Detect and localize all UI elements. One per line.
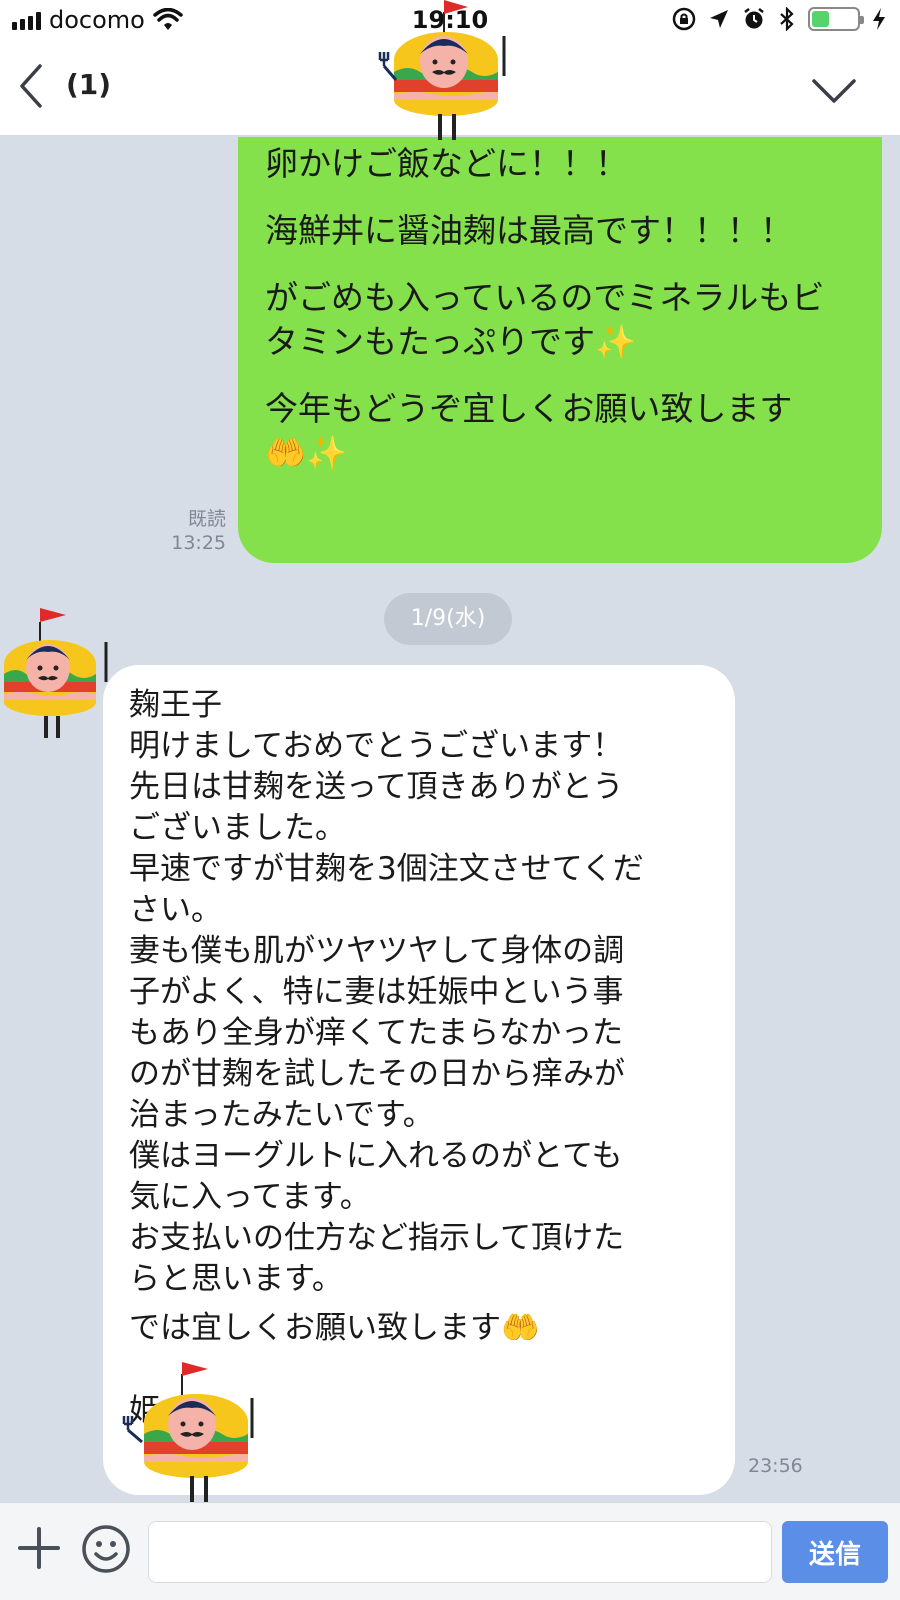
message-input[interactable] xyxy=(148,1521,772,1583)
location-arrow-icon xyxy=(710,10,728,28)
alarm-icon xyxy=(744,8,764,29)
burger-sticker-icon xyxy=(122,1362,254,1502)
emoji-icon[interactable] xyxy=(80,1523,132,1575)
chat-area[interactable]: 卵かけご飯などに！！！ 海鮮丼に醤油麹は最高です！！！！ がごめも入っているので… xyxy=(0,137,900,1502)
charging-bolt-icon xyxy=(873,8,885,30)
chevron-down-icon[interactable] xyxy=(812,78,856,104)
incoming-message-text: 麹王子 明けましておめでとうございます！ 先日は甘麹を送って頂きありがとう ござ… xyxy=(129,687,644,1297)
back-arrow-icon[interactable] xyxy=(16,64,46,108)
outgoing-paragraph: 今年もどうぞ宜しくお願い致します 🤲✨ xyxy=(265,389,793,472)
battery-icon xyxy=(808,7,864,31)
outgoing-message-bubble[interactable]: 卵かけご飯などに！！！ 海鮮丼に醤油麹は最高です！！！！ がごめも入っているので… xyxy=(238,137,882,563)
send-button[interactable]: 送信 xyxy=(782,1521,888,1583)
bluetooth-icon xyxy=(780,7,794,31)
chat-title: (1) xyxy=(66,68,112,101)
message-input-bar: 送信 xyxy=(0,1502,900,1600)
outgoing-paragraph: 卵かけご飯などに！！！ xyxy=(265,144,628,183)
outgoing-timestamp: 13:25 xyxy=(171,532,226,554)
incoming-timestamp: 23:56 xyxy=(748,1455,803,1477)
plus-icon[interactable] xyxy=(16,1525,62,1571)
orientation-lock-icon xyxy=(672,7,696,31)
outgoing-paragraph: 海鮮丼に醤油麹は最高です！！！！ xyxy=(265,211,793,250)
read-receipt: 既読 13:25 xyxy=(150,507,226,555)
burger-sticker-icon xyxy=(378,0,506,140)
read-label: 既読 xyxy=(187,508,226,530)
incoming-message-closing: では宜しくお願い致します🤲 xyxy=(129,1310,540,1346)
outgoing-paragraph: がごめも入っているのでミネラルもビ タミンもたっぷりです✨ xyxy=(265,278,825,361)
status-right xyxy=(672,7,886,31)
burger-avatar-icon[interactable] xyxy=(0,602,112,752)
date-separator: 1/9(水) xyxy=(384,593,512,645)
